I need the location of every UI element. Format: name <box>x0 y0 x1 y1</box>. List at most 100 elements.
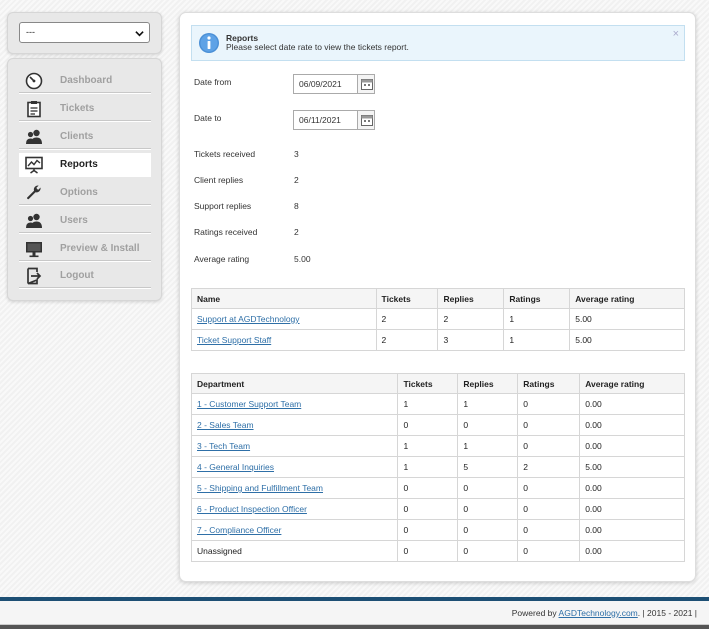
table-cell: 5.00 <box>569 308 685 330</box>
sidebar-item-label: Options <box>60 187 98 198</box>
staff-link[interactable]: Support at AGDTechnology <box>197 314 300 324</box>
table-cell: 0.00 <box>579 540 685 562</box>
department-link[interactable]: 4 - General Inquiries <box>197 462 274 472</box>
date-to-calendar-button[interactable] <box>357 110 375 130</box>
department-link[interactable]: 7 - Compliance Officer <box>197 525 281 535</box>
stat-label-client-replies: Client replies <box>194 175 244 185</box>
footer: Powered by AGDTechnology.com. | 2015 - 2… <box>0 601 709 625</box>
table-cell: 2 <box>375 308 439 330</box>
table-cell: 2 <box>375 329 439 351</box>
sidebar-item-options[interactable]: Options <box>19 181 151 205</box>
sidebar-item-label: Users <box>60 215 88 226</box>
stat-value-support-replies: 8 <box>294 201 299 211</box>
wrench-icon <box>27 185 41 200</box>
sidebar-item-dashboard[interactable]: Dashboard <box>19 69 151 93</box>
column-header: Replies <box>437 288 505 309</box>
table-cell: 5 - Shipping and Fulfillment Team <box>190 477 399 499</box>
table-header-row: Name Tickets Replies Ratings Average rat… <box>191 288 685 309</box>
table-cell: 0 <box>517 435 581 457</box>
table-cell: 0.00 <box>579 519 685 541</box>
table-cell: 1 - Customer Support Team <box>190 393 399 415</box>
date-from-calendar-button[interactable] <box>357 74 375 94</box>
table-cell: 0 <box>457 540 519 562</box>
sidebar-item-label: Logout <box>60 270 94 281</box>
stat-value-average-rating: 5.00 <box>294 254 311 264</box>
sidebar-item-clients[interactable]: Clients <box>19 125 151 149</box>
table-cell: 0 <box>397 519 459 541</box>
table-cell: 7 - Compliance Officer <box>190 519 399 541</box>
users-icon <box>26 129 42 144</box>
column-header: Tickets <box>397 373 459 394</box>
stat-value-client-replies: 2 <box>294 175 299 185</box>
monitor-icon <box>26 242 42 258</box>
department-select[interactable]: --- <box>19 22 150 43</box>
table-cell: 0.00 <box>579 414 685 436</box>
gauge-icon <box>25 72 43 90</box>
department-link[interactable]: 3 - Tech Team <box>197 441 250 451</box>
table-row: 4 - General Inquiries 1 5 2 5.00 <box>190 456 685 478</box>
column-header: Department <box>190 373 399 394</box>
stat-label-tickets-received: Tickets received <box>194 149 256 159</box>
date-from-input[interactable]: 06/09/2021 <box>293 74 358 94</box>
users-icon <box>26 213 42 228</box>
sidebar-item-label: Clients <box>60 131 94 142</box>
presentation-icon <box>25 156 43 174</box>
table-cell: 0 <box>517 477 581 499</box>
department-link[interactable]: 2 - Sales Team <box>197 420 254 430</box>
table-cell: 2 <box>517 456 581 478</box>
table-cell: Ticket Support Staff <box>191 329 377 351</box>
chevron-down-icon <box>135 31 144 37</box>
sidebar-item-logout[interactable]: Logout <box>19 264 151 288</box>
table-cell: 3 - Tech Team <box>190 435 399 457</box>
column-header: Average rating <box>579 373 685 394</box>
stat-label-ratings-received: Ratings received <box>194 227 258 237</box>
department-link[interactable]: 1 - Customer Support Team <box>197 399 301 409</box>
table-row: Unassigned 0 0 0 0.00 <box>190 540 685 562</box>
sidebar-nav: Dashboard Tickets Clients Reports Option… <box>7 58 162 301</box>
column-header: Name <box>191 288 377 309</box>
table-cell: 0 <box>397 414 459 436</box>
footer-link[interactable]: AGDTechnology.com <box>559 608 638 618</box>
table-cell: 5 <box>457 456 519 478</box>
table-cell: 1 <box>503 308 571 330</box>
date-to-input[interactable]: 06/11/2021 <box>293 110 358 130</box>
table-cell: 1 <box>397 456 459 478</box>
department-link[interactable]: 6 - Product Inspection Officer <box>197 504 307 514</box>
department-table: Department Tickets Replies Ratings Avera… <box>190 373 685 562</box>
footer-suffix: . | 2015 - 2021 | <box>637 608 697 618</box>
sidebar-item-users[interactable]: Users <box>19 209 151 233</box>
table-row: Ticket Support Staff 2 3 1 5.00 <box>191 329 685 351</box>
table-row: 2 - Sales Team 0 0 0 0.00 <box>190 414 685 436</box>
table-cell: 0 <box>517 519 581 541</box>
logout-icon <box>27 267 42 285</box>
column-header: Replies <box>457 373 519 394</box>
table-cell: 0.00 <box>579 477 685 499</box>
table-cell: 0 <box>457 414 519 436</box>
column-header: Ratings <box>517 373 581 394</box>
table-cell: 0 <box>517 540 581 562</box>
date-to-label: Date to <box>194 113 222 123</box>
table-cell: 0 <box>517 414 581 436</box>
sidebar-item-label: Tickets <box>60 103 95 114</box>
stat-value-ratings-received: 2 <box>294 227 299 237</box>
table-cell: 0.00 <box>579 393 685 415</box>
table-cell: 1 <box>503 329 571 351</box>
sidebar-item-preview-install[interactable]: Preview & Install <box>19 237 151 261</box>
close-icon[interactable]: × <box>673 28 679 40</box>
taskbar-strip <box>0 625 709 629</box>
sidebar-item-reports[interactable]: Reports <box>19 153 151 177</box>
table-cell: 2 - Sales Team <box>190 414 399 436</box>
table-cell: 0.00 <box>579 435 685 457</box>
table-cell: 3 <box>437 329 505 351</box>
staff-link[interactable]: Ticket Support Staff <box>197 335 271 345</box>
table-cell: 0 <box>397 477 459 499</box>
footer-text: Powered by AGDTechnology.com. | 2015 - 2… <box>512 608 697 618</box>
table-cell: 5.00 <box>569 329 685 351</box>
table-cell: 0 <box>397 498 459 520</box>
sidebar-item-tickets[interactable]: Tickets <box>19 97 151 121</box>
stat-label-support-replies: Support replies <box>194 201 252 211</box>
table-cell: 4 - General Inquiries <box>190 456 399 478</box>
table-row: 3 - Tech Team 1 1 0 0.00 <box>190 435 685 457</box>
department-link[interactable]: 5 - Shipping and Fulfillment Team <box>197 483 323 493</box>
table-cell: 0 <box>457 519 519 541</box>
